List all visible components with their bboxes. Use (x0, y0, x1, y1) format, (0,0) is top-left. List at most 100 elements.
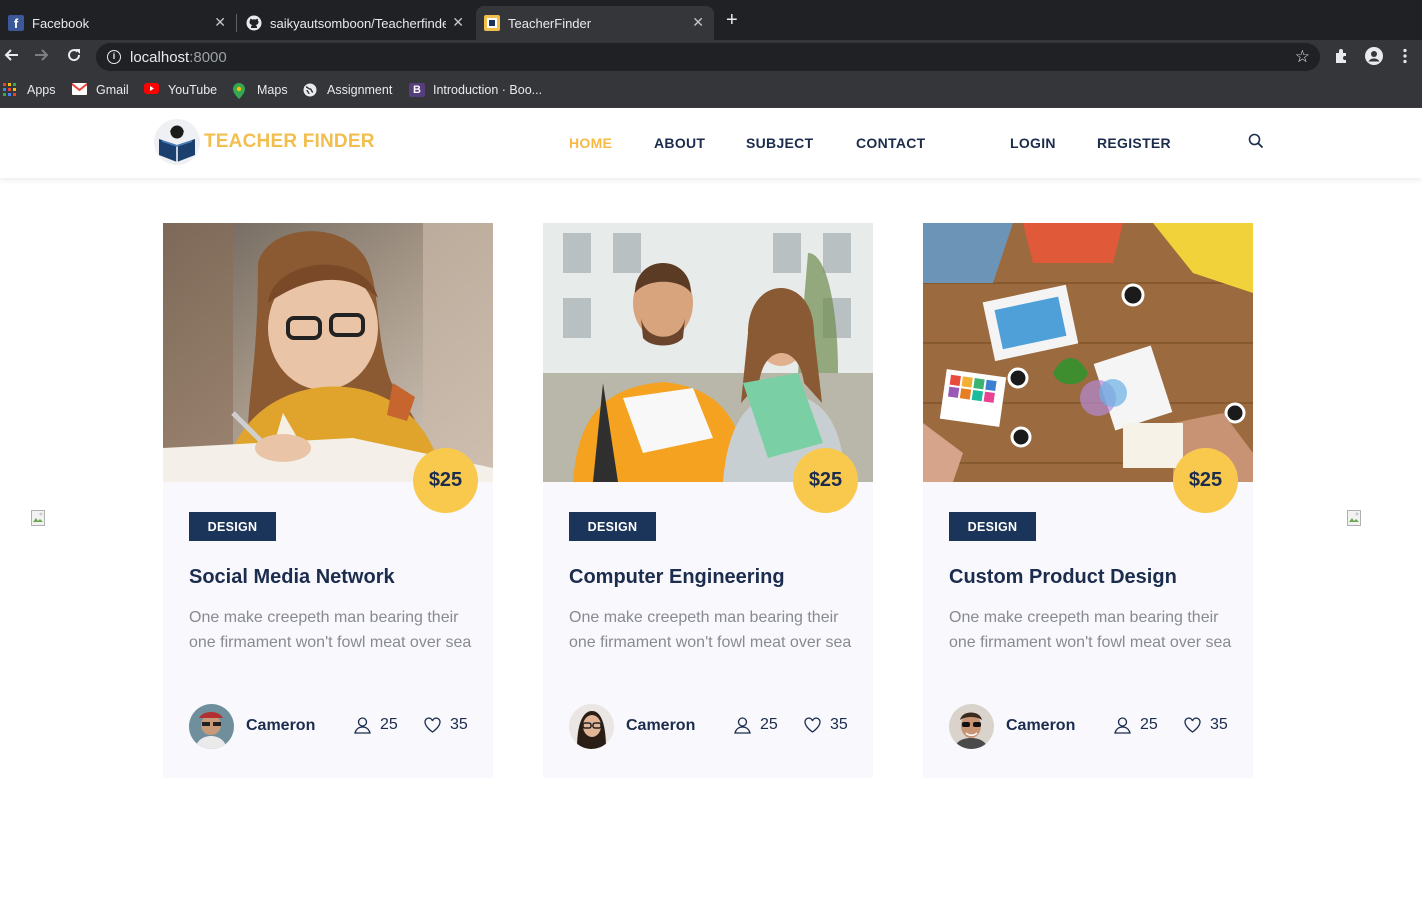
tab-title: Facebook (32, 15, 90, 31)
info-icon[interactable]: i (107, 50, 121, 64)
bookmarks-bar: Apps Gmail YouTube Maps Assignment B Int… (0, 74, 1422, 108)
course-photo-student-writing (163, 223, 493, 482)
apps-grid-icon (3, 83, 19, 97)
course-description: One make creepeth man bearing their one … (569, 609, 852, 651)
bookmark-maps[interactable]: Maps (233, 83, 288, 99)
carousel-next-icon[interactable] (1347, 510, 1363, 526)
category-tag[interactable]: DESIGN (189, 512, 276, 541)
more-menu-icon[interactable] (1402, 48, 1408, 69)
nav-contact[interactable]: CONTACT (856, 135, 926, 151)
close-tab-icon[interactable]: ✕ (214, 15, 226, 29)
bookmark-star-icon[interactable]: ☆ (1295, 47, 1310, 67)
new-tab-icon[interactable]: + (726, 10, 738, 30)
close-tab-icon[interactable]: ✕ (692, 15, 704, 29)
facebook-icon: f (8, 15, 24, 31)
tab-github[interactable]: saikyautsomboon/Teacherfinde ✕ (238, 6, 474, 40)
nav-subject[interactable]: SUBJECT (746, 135, 813, 151)
likes-value: 35 (1210, 716, 1228, 733)
tab-facebook[interactable]: f Facebook ✕ (0, 6, 236, 40)
url-text[interactable]: localhost:8000 (130, 49, 227, 66)
profile-icon[interactable] (1365, 47, 1383, 70)
nav-about[interactable]: ABOUT (654, 135, 705, 151)
bookmark-label: Maps (257, 83, 288, 97)
price-badge: $25 (413, 448, 478, 513)
author-name[interactable]: Cameron (1006, 717, 1075, 735)
category-tag[interactable]: DESIGN (949, 512, 1036, 541)
course-description: One make creepeth man bearing their one … (949, 609, 1232, 651)
bookmark-label: Gmail (96, 83, 129, 97)
teacherfinder-favicon-icon (484, 15, 500, 31)
bookmark-apps[interactable]: Apps (3, 83, 56, 97)
tab-title: TeacherFinder (508, 15, 592, 31)
course-title[interactable]: Custom Product Design (949, 566, 1177, 589)
bookmark-label: YouTube (168, 83, 218, 97)
nav-register[interactable]: REGISTER (1097, 135, 1171, 151)
course-card[interactable]: $25 DESIGN Social Media Network One make… (163, 223, 493, 778)
bookmark-bootstrap[interactable]: B Introduction · Boo... (409, 83, 542, 97)
nav-home[interactable]: HOME (569, 135, 612, 151)
bootstrap-icon: B (409, 83, 425, 97)
heart-icon (1184, 717, 1201, 733)
site-logo[interactable]: TEACHER FINDER (153, 118, 375, 166)
reload-icon[interactable] (66, 47, 82, 66)
students-value: 25 (760, 716, 778, 733)
course-title[interactable]: Social Media Network (189, 566, 395, 589)
github-icon (246, 15, 262, 31)
tab-title: saikyautsomboon/Teacherfinde (270, 15, 446, 31)
url-host: localhost (130, 49, 190, 66)
course-card[interactable]: $25 DESIGN Computer Engineering One make… (543, 223, 873, 778)
tab-teacherfinder[interactable]: TeacherFinder ✕ (476, 6, 714, 40)
teacher-finder-logo-icon (153, 118, 201, 166)
close-tab-icon[interactable]: ✕ (452, 15, 464, 29)
logo-text: TEACHER FINDER (204, 131, 375, 152)
extensions-icon[interactable] (1334, 48, 1350, 69)
price-badge: $25 (793, 448, 858, 513)
browser-tabstrip: f Facebook ✕ saikyautsomboon/Teacherfind… (0, 0, 1422, 40)
tab-separator (236, 14, 237, 32)
nav-login[interactable]: LOGIN (1010, 135, 1056, 151)
author-name[interactable]: Cameron (626, 717, 695, 735)
site-header: TEACHER FINDER HOME ABOUT SUBJECT CONTAC… (0, 108, 1422, 178)
author-name[interactable]: Cameron (246, 717, 315, 735)
bookmark-label: Apps (27, 83, 56, 97)
heart-icon (424, 717, 441, 733)
globe-icon (303, 83, 319, 97)
bookmark-gmail[interactable]: Gmail (71, 83, 129, 97)
user-icon (734, 716, 751, 734)
maps-pin-icon (233, 83, 245, 99)
students-count: 25 (1114, 716, 1158, 734)
youtube-icon (144, 83, 160, 97)
author-avatar (189, 704, 234, 749)
bookmark-youtube[interactable]: YouTube (144, 83, 217, 97)
bookmark-assignment[interactable]: Assignment (303, 83, 392, 97)
likes-count[interactable]: 35 (424, 716, 468, 734)
carousel-prev-icon[interactable] (31, 510, 47, 526)
forward-arrow-icon[interactable] (34, 47, 50, 66)
bookmark-label: Assignment (327, 83, 393, 97)
bookmark-label: Introduction · Boo... (433, 83, 543, 97)
heart-icon (804, 717, 821, 733)
search-icon[interactable] (1248, 133, 1264, 149)
students-count: 25 (354, 716, 398, 734)
author-avatar (569, 704, 614, 749)
course-description: One make creepeth man bearing their one … (189, 609, 472, 651)
url-port: :8000 (189, 49, 227, 66)
likes-value: 35 (450, 716, 468, 733)
user-icon (1114, 716, 1131, 734)
browser-toolbar: i localhost:8000 ☆ (0, 40, 1422, 74)
course-title[interactable]: Computer Engineering (569, 566, 785, 589)
course-photo-two-students (543, 223, 873, 482)
likes-value: 35 (830, 716, 848, 733)
author-avatar (949, 704, 994, 749)
students-value: 25 (380, 716, 398, 733)
students-value: 25 (1140, 716, 1158, 733)
back-arrow-icon[interactable] (3, 47, 19, 66)
gmail-icon (71, 83, 88, 97)
price-badge: $25 (1173, 448, 1238, 513)
course-card[interactable]: $25 DESIGN Custom Product Design One mak… (923, 223, 1253, 778)
address-bar[interactable]: i localhost:8000 ☆ (96, 43, 1320, 71)
likes-count[interactable]: 35 (804, 716, 848, 734)
category-tag[interactable]: DESIGN (569, 512, 656, 541)
likes-count[interactable]: 35 (1184, 716, 1228, 734)
course-photo-design-table (923, 223, 1253, 482)
